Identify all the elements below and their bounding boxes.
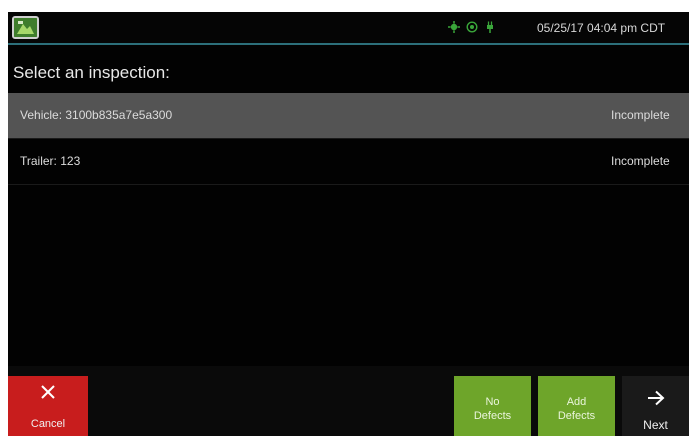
status-icons xyxy=(448,21,496,33)
add-defects-button[interactable]: Add Defects xyxy=(538,376,615,436)
inspection-list: Vehicle: 3100b835a7e5a300 Incomplete Tra… xyxy=(8,93,689,185)
status-datetime: 05/25/17 04:04 pm CDT xyxy=(537,21,666,35)
cancel-button[interactable]: Cancel xyxy=(8,376,88,436)
arrow-right-icon xyxy=(648,390,665,406)
list-item-status: Incomplete xyxy=(611,154,670,168)
list-item-status: Incomplete xyxy=(611,108,670,122)
cancel-button-label: Cancel xyxy=(30,418,66,430)
no-defects-button[interactable]: No Defects xyxy=(454,376,531,436)
list-item-label: Trailer: 123 xyxy=(20,154,81,168)
connectivity-icon xyxy=(466,21,478,33)
power-plug-icon xyxy=(487,21,493,33)
next-button-label: Next xyxy=(643,418,668,432)
app-logo-icon[interactable] xyxy=(12,16,39,39)
status-bar: 05/25/17 04:04 pm CDT xyxy=(8,12,689,45)
list-item-trailer[interactable]: Trailer: 123 Incomplete xyxy=(8,139,689,185)
page-title: Select an inspection: xyxy=(13,63,170,82)
list-item-vehicle[interactable]: Vehicle: 3100b835a7e5a300 Incomplete xyxy=(8,93,689,139)
gps-icon xyxy=(448,21,460,33)
close-icon xyxy=(41,385,55,399)
action-bar: Cancel No Defects Add Defects Next xyxy=(8,366,689,436)
add-defects-button-label: Add Defects xyxy=(557,396,596,422)
list-item-label: Vehicle: 3100b835a7e5a300 xyxy=(20,108,173,122)
inspection-screen: 05/25/17 04:04 pm CDT Select an inspecti… xyxy=(8,12,689,436)
no-defects-button-label: No Defects xyxy=(473,396,512,422)
next-button[interactable]: Next xyxy=(622,376,689,436)
